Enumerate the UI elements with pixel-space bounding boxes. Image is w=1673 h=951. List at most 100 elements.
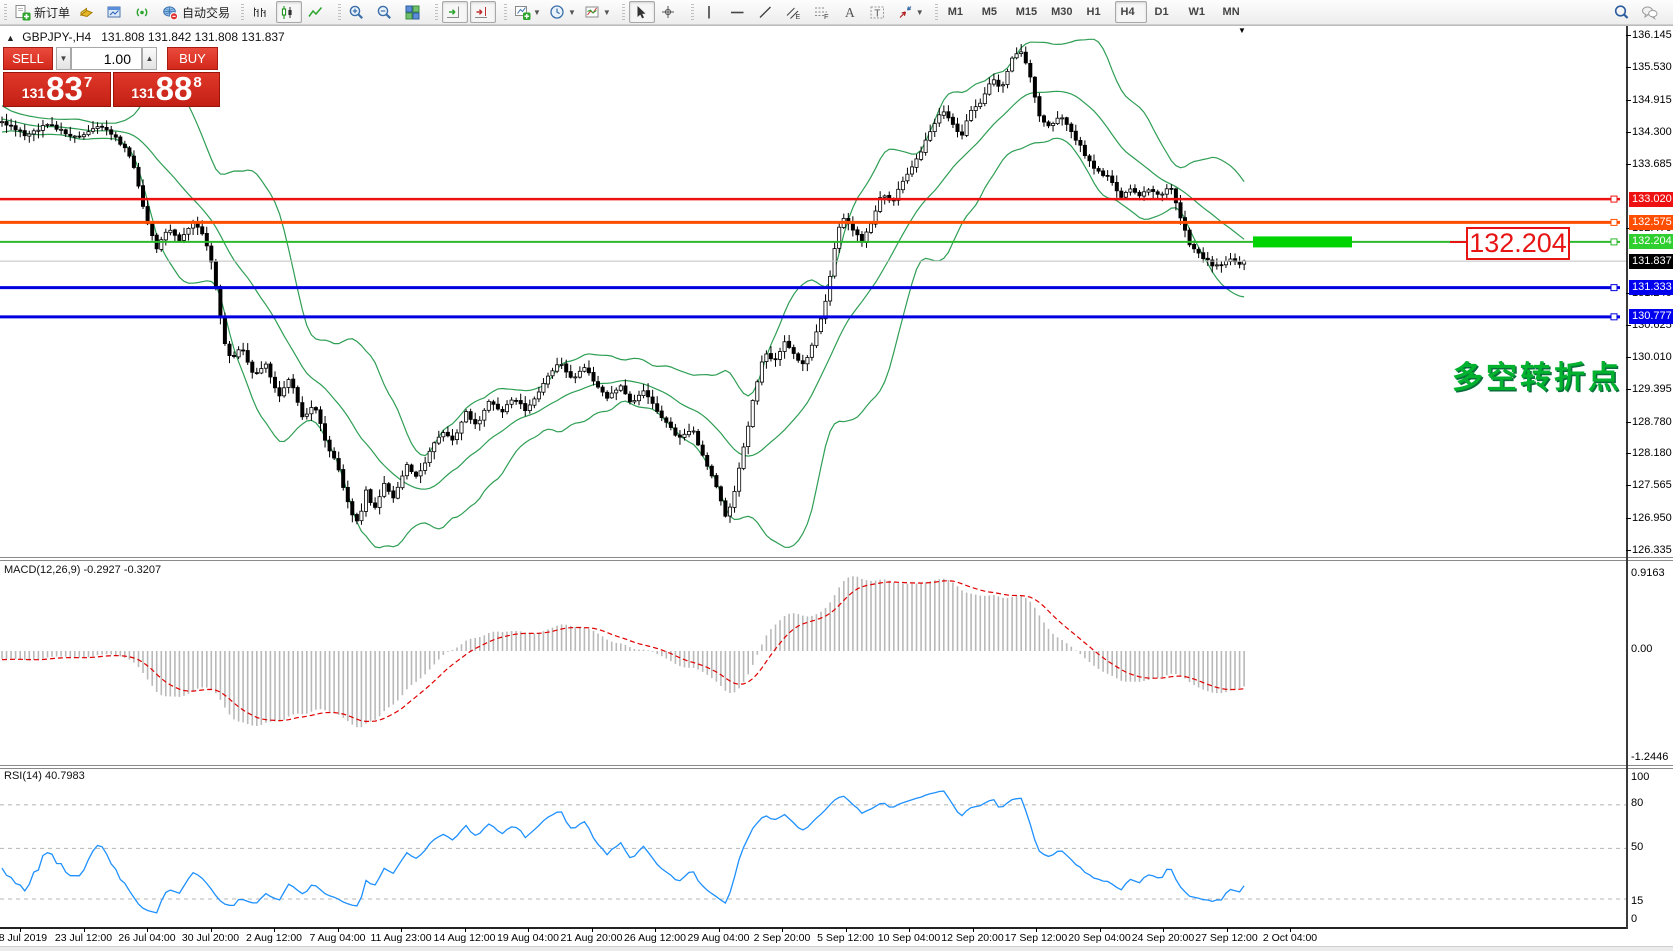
channel-button[interactable]: E [782,1,808,23]
buy-button[interactable]: BUY [167,47,218,70]
tf-h4-button[interactable]: H4 [1115,1,1147,23]
volume-input[interactable]: 1.00 [71,47,142,70]
market-watch-button[interactable] [75,1,101,23]
sell-button[interactable]: SELL [3,47,53,70]
collapse-arrow-icon[interactable]: ▲ [6,33,15,43]
new-order-button[interactable]: 新订单 [11,1,73,23]
buy-price-display[interactable]: 131 88 8 [113,72,220,107]
panel-separator[interactable] [0,557,1673,561]
tf-w1-button[interactable]: W1 [1183,1,1215,23]
hline-endpoint[interactable] [1611,239,1617,245]
y-tick-mark [1626,453,1631,454]
toolbar-grip[interactable] [935,4,938,20]
rsi-panel[interactable] [0,769,1626,927]
toolbar-grip[interactable] [691,4,694,20]
tile-windows-button[interactable] [401,1,427,23]
price-tag-label[interactable]: 132.204 [1466,227,1570,260]
tf-h1-button[interactable]: H1 [1081,1,1113,23]
chart-shift-marker-icon[interactable]: ▼ [1238,26,1246,35]
shapes-button[interactable]: ▼ [894,1,927,23]
bar-chart-button[interactable] [248,1,274,23]
vertical-line-button[interactable] [698,1,724,23]
tf-m30-button-label: M30 [1051,6,1072,18]
x-tick-label: 20 Sep 04:00 [1068,932,1130,944]
hline-endpoint[interactable] [1611,196,1617,202]
tf-m5-button[interactable]: M5 [976,1,1008,23]
time-axis[interactable]: 18 Jul 201923 Jul 12:0026 Jul 04:0030 Ju… [0,929,1673,946]
indicator-scale-label: -1.2446 [1631,751,1668,764]
search-button[interactable] [1610,1,1636,23]
hline-endpoint[interactable] [1611,314,1617,320]
buy-price-base: 131 [131,85,154,101]
toolbar-grip[interactable] [4,4,7,20]
svg-text:E: E [795,14,800,21]
tf-d1-button-label: D1 [1155,6,1169,18]
indicator-scale-label: 100 [1631,771,1649,784]
macd-panel[interactable] [0,561,1626,765]
volume-decrease-button[interactable]: ▼ [56,47,71,70]
buy-price-sup: 8 [193,74,201,91]
tf-m30-button[interactable]: M30 [1045,1,1078,23]
y-tick-label: 135.530 [1632,61,1673,74]
indicators-button[interactable]: ▼ [511,1,544,23]
toolbar-grip[interactable] [435,4,438,20]
x-tick-label: 17 Sep 12:00 [1005,932,1067,944]
window-chart-icon [106,4,123,21]
chat-icon [1641,4,1658,21]
bollinger-middle-band [2,91,1244,489]
auto-scroll-button[interactable] [442,1,468,23]
search-icon [1613,4,1630,21]
hline-endpoint[interactable] [1611,285,1617,291]
autotrade-icon [162,4,179,21]
y-tick-label: 133.685 [1632,158,1673,171]
crosshair-button[interactable] [657,1,683,23]
tf-d1-button[interactable]: D1 [1149,1,1181,23]
label-button[interactable]: T [866,1,892,23]
turning-point-annotation[interactable]: 多空转折点 [1452,352,1622,397]
x-tick-label: 12 Sep 20:00 [941,932,1003,944]
text-button[interactable]: A [838,1,864,23]
x-tick-label: 7 Aug 04:00 [309,932,365,944]
zoom-out-button[interactable] [373,1,399,23]
auto-scroll-icon [445,4,462,21]
fibonacci-button[interactable]: F [810,1,836,23]
autotrade-button[interactable]: 自动交易 [159,1,233,23]
x-tick-label: 2 Sep 20:00 [754,932,811,944]
toolbar-grip[interactable] [241,4,244,20]
main-chart-area[interactable] [0,27,1626,557]
line-chart-button[interactable] [304,1,330,23]
chevron-down-icon[interactable]: ▼ [603,8,611,17]
data-window-button[interactable] [103,1,129,23]
toolbar-grip[interactable] [622,4,625,20]
hline-endpoint[interactable] [1611,219,1617,225]
toolbar-grip[interactable] [504,4,507,20]
tf-mn-button[interactable]: MN [1217,1,1249,23]
tf-m15-button[interactable]: M15 [1010,1,1043,23]
price-level-badge: 132.575 [1629,215,1673,230]
tf-m1-button[interactable]: M1 [942,1,974,23]
highlight-segment[interactable] [1253,236,1352,247]
indicator-scale-label: 0 [1631,913,1637,926]
chat-button[interactable] [1638,1,1664,23]
zoom-in-button[interactable] [345,1,371,23]
chart-shift-button[interactable] [470,1,496,23]
y-tick-label: 134.915 [1632,94,1673,107]
panel-separator[interactable] [0,765,1673,769]
chevron-down-icon[interactable]: ▼ [533,8,541,17]
toolbar-group [334,0,431,24]
macd-values: -0.2927 -0.3207 [83,564,161,576]
trendline-button[interactable] [754,1,780,23]
zoom-in-icon [348,4,365,21]
horizontal-line-button[interactable] [726,1,752,23]
cursor-button[interactable] [629,1,655,23]
templates-button[interactable]: ▼ [581,1,614,23]
tf-h1-button-label: H1 [1087,6,1101,18]
toolbar-grip[interactable] [338,4,341,20]
volume-increase-button[interactable]: ▲ [142,47,157,70]
sell-price-display[interactable]: 131 83 7 [3,72,111,107]
signals-button[interactable] [131,1,157,23]
chevron-down-icon[interactable]: ▼ [568,8,576,17]
candlestick-button[interactable] [276,1,302,23]
chevron-down-icon[interactable]: ▼ [916,8,924,17]
periods-button[interactable]: ▼ [546,1,579,23]
